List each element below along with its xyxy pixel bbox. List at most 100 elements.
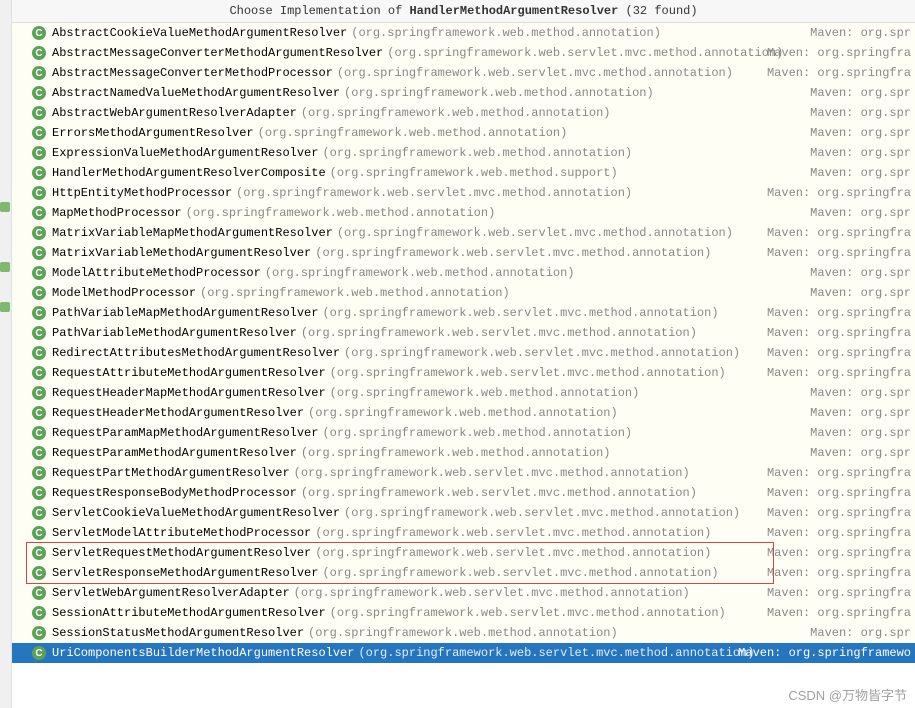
class-icon: C: [32, 86, 46, 100]
list-item[interactable]: C ExpressionValueMethodArgumentResolver (…: [12, 143, 915, 163]
class-name: SessionStatusMethodArgumentResolver: [52, 626, 304, 640]
list-item[interactable]: CSessionStatusMethodArgumentResolver (or…: [12, 623, 915, 643]
list-item[interactable]: CModelMethodProcessor (org.springframewo…: [12, 283, 915, 303]
package-name: (org.springframework.web.servlet.mvc.met…: [301, 486, 697, 500]
gutter-mark-icon: [0, 202, 10, 212]
list-item[interactable]: C AbstractMessageConverterMethodArgumentR…: [12, 43, 915, 63]
class-icon: C: [32, 266, 46, 280]
list-item[interactable]: CRequestHeaderMethodArgumentResolver (or…: [12, 403, 915, 423]
package-name: (org.springframework.web.servlet.mvc.met…: [236, 186, 632, 200]
package-name: (org.springframework.web.method.annotati…: [322, 146, 632, 160]
list-item[interactable]: CPathVariableMapMethodArgumentResolver (…: [12, 303, 915, 323]
header-prefix: Choose Implementation of: [229, 4, 409, 18]
header-classname: HandlerMethodArgumentResolver: [409, 4, 618, 18]
source-label: Maven: org.spr: [810, 446, 911, 460]
list-item[interactable]: CRequestParamMapMethodArgumentResolver (…: [12, 423, 915, 443]
source-label: Maven: org.springfra: [767, 606, 911, 620]
class-icon: C: [32, 506, 46, 520]
source-label: Maven: org.spr: [810, 406, 911, 420]
class-icon: C: [32, 126, 46, 140]
source-label: Maven: org.springframewo: [738, 646, 911, 660]
class-name: HandlerMethodArgumentResolverComposite: [52, 166, 326, 180]
gutter-mark-icon: [0, 262, 10, 272]
class-name: AbstractMessageConverterMethodArgumentRe…: [52, 46, 383, 60]
list-item[interactable]: CServletCookieValueMethodArgumentResolve…: [12, 503, 915, 523]
source-label: Maven: org.springfra: [767, 526, 911, 540]
list-item[interactable]: CRequestHeaderMapMethodArgumentResolver …: [12, 383, 915, 403]
class-name: SessionAttributeMethodArgumentResolver: [52, 606, 326, 620]
class-icon: C: [32, 206, 46, 220]
class-icon: C: [32, 526, 46, 540]
package-name: (org.springframework.web.method.annotati…: [265, 266, 575, 280]
list-item[interactable]: CHttpEntityMethodProcessor (org.springfr…: [12, 183, 915, 203]
source-label: Maven: org.spr: [810, 106, 911, 120]
class-name: AbstractWebArgumentResolverAdapter: [52, 106, 297, 120]
package-name: (org.springframework.web.servlet.mvc.met…: [344, 506, 740, 520]
class-name: ModelAttributeMethodProcessor: [52, 266, 261, 280]
list-item[interactable]: CRequestResponseBodyMethodProcessor (org…: [12, 483, 915, 503]
list-item[interactable]: CRequestParamMethodArgumentResolver (org…: [12, 443, 915, 463]
list-item[interactable]: CHandlerMethodArgumentResolverComposite …: [12, 163, 915, 183]
source-label: Maven: org.springfra: [767, 246, 911, 260]
class-icon: C: [32, 146, 46, 160]
class-name: ServletWebArgumentResolverAdapter: [52, 586, 290, 600]
source-label: Maven: org.springfra: [767, 46, 911, 60]
watermark-text: CSDN @万物皆字节: [788, 685, 907, 704]
source-label: Maven: org.spr: [810, 626, 911, 640]
source-label: Maven: org.spr: [810, 126, 911, 140]
list-item[interactable]: CAbstractMessageConverterMethodProcessor…: [12, 63, 915, 83]
implementation-list[interactable]: C AbstractCookieValueMethodArgumentResolv…: [12, 23, 915, 663]
source-label: Maven: org.springfra: [767, 566, 911, 580]
list-item[interactable]: CServletModelAttributeMethodProcessor (o…: [12, 523, 915, 543]
gutter-mark-icon: [0, 302, 10, 312]
class-icon: C: [32, 246, 46, 260]
class-icon: C: [32, 366, 46, 380]
list-item[interactable]: CMapMethodProcessor (org.springframework…: [12, 203, 915, 223]
list-item[interactable]: CRedirectAttributesMethodArgumentResolve…: [12, 343, 915, 363]
editor-gutter: [0, 0, 12, 708]
list-item[interactable]: CAbstractCookieValueMethodArgumentResolv…: [12, 23, 915, 43]
list-item[interactable]: CPathVariableMethodArgumentResolver (org…: [12, 323, 915, 343]
source-label: Maven: org.spr: [810, 86, 911, 100]
package-name: (org.springframework.web.method.annotati…: [301, 446, 611, 460]
list-item[interactable]: CRequestAttributeMethodArgumentResolver …: [12, 363, 915, 383]
package-name: (org.springframework.web.servlet.mvc.met…: [301, 326, 697, 340]
class-name: ModelMethodProcessor: [52, 286, 196, 300]
class-icon: C: [32, 46, 46, 60]
list-item[interactable]: CRequestPartMethodArgumentResolver (org.…: [12, 463, 915, 483]
class-name: RequestHeaderMethodArgumentResolver: [52, 406, 304, 420]
list-item[interactable]: C ModelAttributeMethodProcessor (org.spri…: [12, 263, 915, 283]
package-name: (org.springframework.web.method.annotati…: [301, 106, 611, 120]
source-label: Maven: org.springfra: [767, 186, 911, 200]
class-name: RequestPartMethodArgumentResolver: [52, 466, 290, 480]
list-item[interactable]: CUriComponentsBuilderMethodArgumentResol…: [12, 643, 915, 663]
package-name: (org.springframework.web.servlet.mvc.met…: [330, 606, 726, 620]
list-item[interactable]: CServletWebArgumentResolverAdapter (org.…: [12, 583, 915, 603]
list-item[interactable]: CMatrixVariableMapMethodArgumentResolver…: [12, 223, 915, 243]
list-item[interactable]: CAbstractWebArgumentResolverAdapter (org…: [12, 103, 915, 123]
source-label: Maven: org.springfra: [767, 586, 911, 600]
class-name: ExpressionValueMethodArgumentResolver: [52, 146, 318, 160]
list-item[interactable]: CAbstractNamedValueMethodArgumentResolve…: [12, 83, 915, 103]
header-suffix: (32 found): [618, 4, 697, 18]
class-icon: C: [32, 566, 46, 580]
package-name: (org.springframework.web.servlet.mvc.met…: [387, 46, 783, 60]
list-item[interactable]: CMatrixVariableMethodArgumentResolver (o…: [12, 243, 915, 263]
class-name: MapMethodProcessor: [52, 206, 182, 220]
list-item[interactable]: CErrorsMethodArgumentResolver (org.sprin…: [12, 123, 915, 143]
class-name: RequestParamMapMethodArgumentResolver: [52, 426, 318, 440]
package-name: (org.springframework.web.servlet.mvc.met…: [315, 246, 711, 260]
list-item[interactable]: CServletResponseMethodArgumentResolver (…: [12, 563, 915, 583]
source-label: Maven: org.springfra: [767, 66, 911, 80]
class-icon: C: [32, 166, 46, 180]
list-item[interactable]: CSessionAttributeMethodArgumentResolver …: [12, 603, 915, 623]
package-name: (org.springframework.web.method.annotati…: [322, 426, 632, 440]
class-name: RequestResponseBodyMethodProcessor: [52, 486, 297, 500]
package-name: (org.springframework.web.method.annotati…: [308, 406, 618, 420]
class-icon: C: [32, 66, 46, 80]
class-name: PathVariableMethodArgumentResolver: [52, 326, 297, 340]
list-item[interactable]: CServletRequestMethodArgumentResolver (o…: [12, 543, 915, 563]
source-label: Maven: org.spr: [810, 26, 911, 40]
class-name: AbstractCookieValueMethodArgumentResolve…: [52, 26, 347, 40]
package-name: (org.springframework.web.method.annotati…: [258, 126, 568, 140]
